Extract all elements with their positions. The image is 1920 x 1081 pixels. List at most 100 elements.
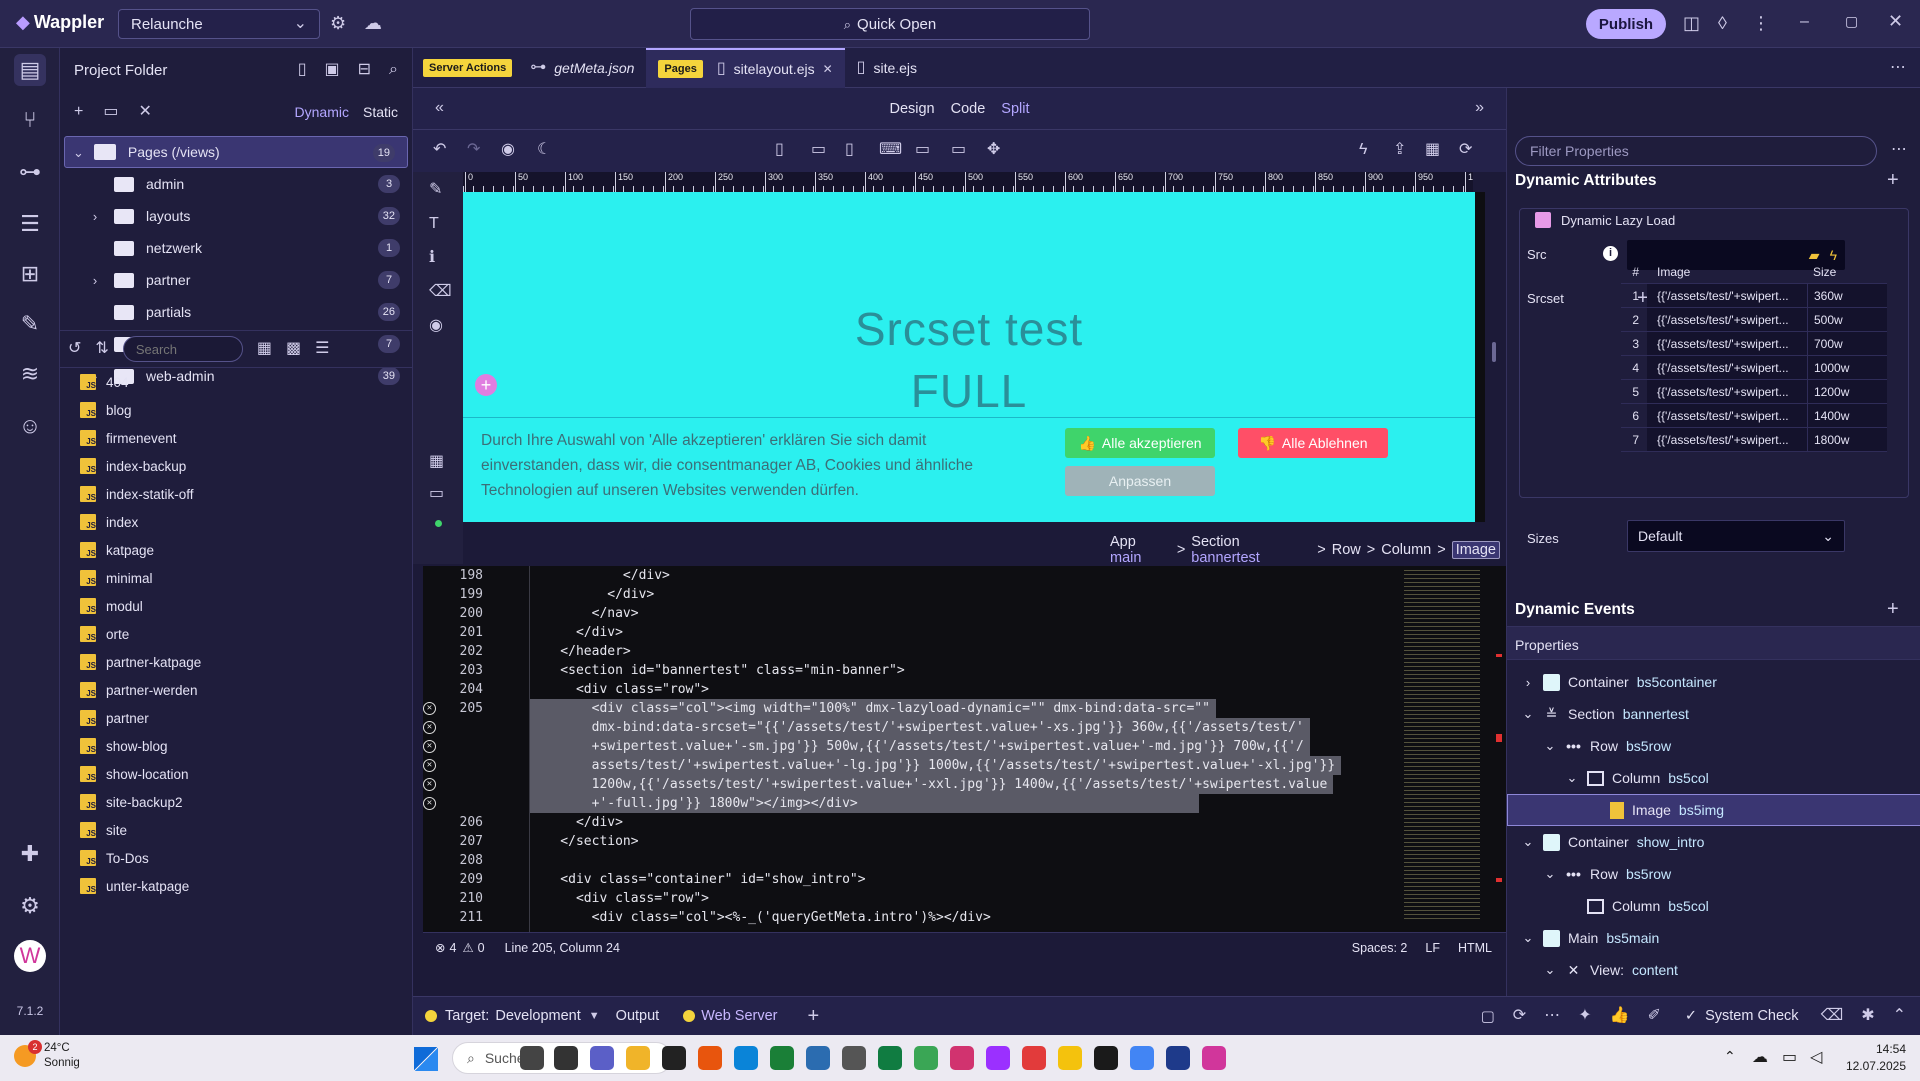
file-item[interactable]: JS partner-werden <box>60 676 412 704</box>
tree-arrow-icon[interactable]: › <box>1521 675 1535 690</box>
file-item[interactable]: JS index <box>60 508 412 536</box>
device-tablet-icon[interactable]: ▯ <box>845 142 854 158</box>
tree-node[interactable]: ⌄ Container show_intro <box>1507 826 1920 858</box>
target-select[interactable]: Development <box>495 1008 580 1024</box>
tree-node[interactable]: Column bs5col <box>1507 890 1920 922</box>
close-icon[interactable]: ✕ <box>138 104 151 120</box>
app-icon[interactable] <box>950 1046 974 1070</box>
folder-pages-views[interactable]: ⌄ Pages (/views) 19 <box>64 136 408 168</box>
tab-sitelayout[interactable]: Pages ▯ sitelayout.ejs ✕ <box>646 47 845 88</box>
panel-toggle-icon[interactable]: ▢ <box>1481 1009 1495 1024</box>
more-vertical-icon[interactable]: ⋮ <box>1752 14 1770 32</box>
publish-button[interactable]: Publish <box>1586 9 1666 39</box>
error-marker-icon[interactable]: ✕ <box>423 797 436 810</box>
minimize-icon[interactable]: – <box>1800 14 1809 30</box>
tree-arrow-icon[interactable]: ⌄ <box>1543 866 1557 882</box>
code-line[interactable]: 210 <div class="row"> <box>423 889 1506 908</box>
cursor-position[interactable]: Line 205, Column 24 <box>505 941 620 955</box>
srcset-row[interactable]: 3 {{'/assets/test/'+swipert... 700w <box>1621 332 1887 356</box>
network-icon[interactable]: ▭ <box>1782 1047 1797 1067</box>
project-select[interactable]: Relaunche ⌄ <box>118 9 320 39</box>
screenshot-icon[interactable]: ◉ <box>501 142 515 158</box>
design-canvas[interactable]: Srcset test FULL + Durch Ihre Auswahl vo… <box>463 192 1475 522</box>
code-line[interactable]: ✕ +swipertest.value+'-sm.jpg'}} 500w,{{'… <box>423 737 1506 756</box>
gear-icon[interactable]: ⚙ <box>330 14 346 32</box>
breadcrumb-item[interactable]: Column <box>1381 542 1431 558</box>
calculator-icon[interactable] <box>842 1046 866 1070</box>
database-icon[interactable]: ☰ <box>14 208 46 240</box>
srcset-row[interactable]: 4 {{'/assets/test/'+swipert... 1000w <box>1621 356 1887 380</box>
code-line[interactable]: 204 <div class="row"> <box>423 680 1506 699</box>
more-horizontal-icon[interactable]: ⋯ <box>1891 142 1907 158</box>
design-tools-icon[interactable]: ✎ <box>14 308 46 340</box>
file-item[interactable]: JS unter-katpage <box>60 872 412 900</box>
tree-node[interactable]: ⌄ Main bs5main <box>1507 922 1920 954</box>
cloud-sync-icon[interactable]: ☁ <box>364 14 382 32</box>
code-minimap[interactable] <box>1390 566 1506 932</box>
notes-icon[interactable] <box>806 1046 830 1070</box>
maximize-icon[interactable]: ▢ <box>1845 14 1858 28</box>
move-icon[interactable]: ✥ <box>987 142 1000 158</box>
redo-icon[interactable]: ↷ <box>467 142 480 158</box>
structure-icon[interactable]: ⊟ <box>358 62 371 78</box>
image-icon[interactable]: ▣ <box>325 62 340 78</box>
file-item[interactable]: JS show-location <box>60 760 412 788</box>
customize-button[interactable]: Anpassen <box>1065 466 1215 496</box>
sizes-select[interactable]: Default ⌄ <box>1627 520 1845 552</box>
photoshop-icon[interactable] <box>1166 1046 1190 1070</box>
srcset-row[interactable]: 5 {{'/assets/test/'+swipert... 1200w <box>1621 380 1887 404</box>
error-marker-icon[interactable]: ✕ <box>423 702 436 715</box>
srcset-row[interactable]: 1 {{'/assets/test/'+swipert... 360w <box>1621 284 1887 308</box>
tree-arrow-icon[interactable]: ⌄ <box>1543 738 1557 754</box>
file-item[interactable]: JS modul <box>60 592 412 620</box>
file-item[interactable]: JS partner-katpage <box>60 648 412 676</box>
code-line[interactable]: 207 </section> <box>423 832 1506 851</box>
tree-arrow-icon[interactable]: ⌄ <box>1521 930 1535 946</box>
new-folder-icon[interactable]: ▭ <box>103 104 118 120</box>
brush-icon[interactable]: ✐ <box>1648 1008 1661 1024</box>
breadcrumb-item[interactable]: Row <box>1332 542 1361 558</box>
code-line[interactable]: 203 <section id="bannertest" class="min-… <box>423 661 1506 680</box>
indentation[interactable]: Spaces: 2 <box>1352 941 1408 955</box>
file-search-input[interactable] <box>122 336 243 362</box>
srcset-row[interactable]: 6 {{'/assets/test/'+swipert... 1400w <box>1621 404 1887 428</box>
code-line[interactable]: 201 </div> <box>423 623 1506 642</box>
folder-item[interactable]: › partner 7 <box>74 264 412 296</box>
filter-properties-input[interactable]: Filter Properties <box>1515 136 1877 166</box>
paint-icon[interactable] <box>520 1046 544 1070</box>
windows-start-icon[interactable] <box>414 1047 438 1071</box>
messenger-icon[interactable] <box>1022 1046 1046 1070</box>
code-line[interactable]: ✕ +'-full.jpg'}} 1800w"></img></div> <box>423 794 1506 813</box>
collapse-right-icon[interactable]: » <box>1475 100 1484 116</box>
problems-indicator[interactable]: ⊗ 4 ⚠ 0 <box>435 940 485 956</box>
reject-all-button[interactable]: 👎 Alle Ablehnen <box>1238 428 1388 458</box>
explorer-icon[interactable] <box>626 1046 650 1070</box>
list-view-icon[interactable]: ☰ <box>315 341 329 357</box>
chrome-dev-icon[interactable] <box>1130 1046 1154 1070</box>
web-server-button[interactable]: Web Server <box>701 1008 777 1024</box>
add-element-icon[interactable]: + <box>475 374 497 396</box>
add-event-icon[interactable]: + <box>1887 599 1899 619</box>
chevron-up-icon[interactable]: ⌃ <box>1724 1048 1736 1065</box>
file-item[interactable]: JS site-backup2 <box>60 788 412 816</box>
breadcrumb-item[interactable]: Section bannertest <box>1191 534 1311 566</box>
folder-item[interactable]: netzwerk 1 <box>74 232 412 264</box>
code-editor[interactable]: 198 </div> 199 </div> 200 </nav> 201 </div>… <box>423 566 1506 932</box>
canvas-scrollbar[interactable] <box>1475 192 1485 522</box>
sort-icon[interactable]: ⇅ <box>95 341 108 357</box>
bug-icon[interactable]: ✱ <box>1861 1008 1874 1024</box>
caret-down-icon[interactable]: ▼ <box>589 1010 600 1022</box>
tree-node[interactable]: ⌄ ••• Row bs5row <box>1507 730 1920 762</box>
layout-panels-icon[interactable]: ◫ <box>1683 14 1700 32</box>
tab-getmeta[interactable]: Server Actions ⊶ getMeta.json <box>413 48 646 88</box>
breadcrumb-item[interactable]: Image <box>1451 541 1500 559</box>
device-phone-icon[interactable]: ▯ <box>775 142 784 158</box>
git-branch-icon[interactable]: ⑂ <box>14 104 46 136</box>
undo-icon[interactable]: ↶ <box>433 142 446 158</box>
folder-item[interactable]: admin 3 <box>74 168 412 200</box>
teams-icon[interactable] <box>590 1046 614 1070</box>
edit-icon[interactable]: ✎ <box>429 182 442 198</box>
error-marker-icon[interactable]: ✕ <box>423 778 436 791</box>
file-item[interactable]: JS katpage <box>60 536 412 564</box>
new-file-icon[interactable]: ▯ <box>298 62 307 78</box>
